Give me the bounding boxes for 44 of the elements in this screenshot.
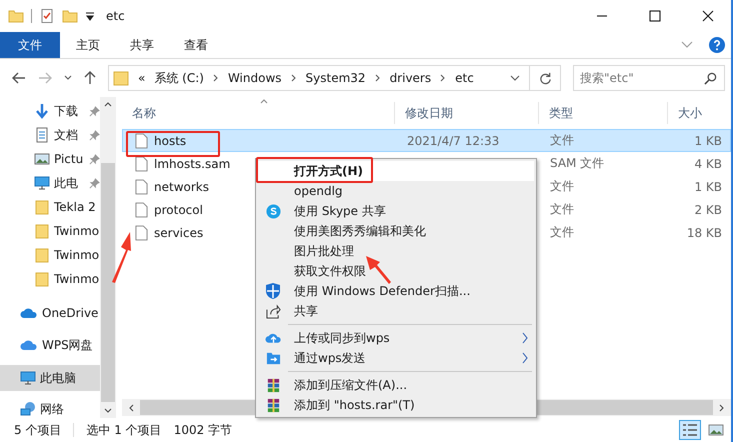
menu-label: 获取文件权限 bbox=[294, 262, 366, 280]
sidebar-label: 下载 bbox=[54, 102, 78, 120]
sidebar-label: 文档 bbox=[54, 126, 78, 144]
menu-label: 打开方式(H) bbox=[294, 162, 364, 180]
window-title: etc bbox=[106, 9, 126, 23]
file-date: 2021/4/7 12:33 bbox=[406, 134, 500, 148]
file-name: protocol bbox=[154, 202, 203, 216]
file-name: hosts bbox=[154, 134, 186, 148]
sidebar-label: 网络 bbox=[40, 400, 64, 418]
menu-label: 使用 Skype 共享 bbox=[294, 202, 386, 220]
file-type: 文件 bbox=[549, 201, 575, 218]
menu-label: 通过wps发送 bbox=[294, 350, 366, 366]
menu-label: 使用 Windows Defender扫描... bbox=[294, 282, 470, 300]
menu-label: 图片批处理 bbox=[294, 242, 354, 260]
status-text: 5 个项目 bbox=[14, 422, 62, 438]
menu-label: 使用美图秀秀编辑和美化 bbox=[294, 222, 426, 240]
file-name: networks bbox=[154, 180, 209, 194]
file-type: 文件 bbox=[549, 224, 575, 241]
file-type: SAM 文件 bbox=[549, 155, 606, 172]
file-size: 4 KB bbox=[693, 156, 723, 170]
file-size: 1 KB bbox=[693, 180, 723, 194]
file-type: 文件 bbox=[549, 178, 575, 195]
status-text: 选中 1 个项目 bbox=[86, 422, 162, 438]
sidebar-label: Twinmo bbox=[54, 224, 100, 238]
menu-label: 添加到 "hosts.rar"(T) bbox=[294, 396, 415, 414]
sidebar-label: Tekla 2 bbox=[54, 200, 96, 214]
menu-label: 上传或同步到wps bbox=[294, 330, 390, 346]
file-size: 2 KB bbox=[693, 202, 723, 216]
file-size: 1 KB bbox=[693, 134, 723, 148]
status-text: 1002 字节 bbox=[174, 422, 232, 438]
menu-label: opendlg bbox=[294, 184, 343, 198]
sidebar-label: 此电脑 bbox=[40, 370, 76, 386]
sidebar-label: OneDrive bbox=[42, 306, 98, 320]
sidebar-label: WPS网盘 bbox=[42, 336, 93, 354]
sidebar-label: Twinmo bbox=[54, 248, 100, 262]
sidebar-label: 此电 bbox=[54, 174, 78, 192]
menu-label: 添加到压缩文件(A)... bbox=[294, 376, 408, 394]
file-name: lmhosts.sam bbox=[154, 156, 230, 170]
sidebar-label: Twinmo bbox=[54, 272, 100, 286]
file-type: 文件 bbox=[549, 132, 575, 149]
menu-label: 共享 bbox=[294, 302, 318, 320]
file-name: services bbox=[154, 226, 204, 240]
file-size: 18 KB bbox=[686, 226, 723, 240]
sidebar-label: Pictu bbox=[54, 152, 84, 166]
